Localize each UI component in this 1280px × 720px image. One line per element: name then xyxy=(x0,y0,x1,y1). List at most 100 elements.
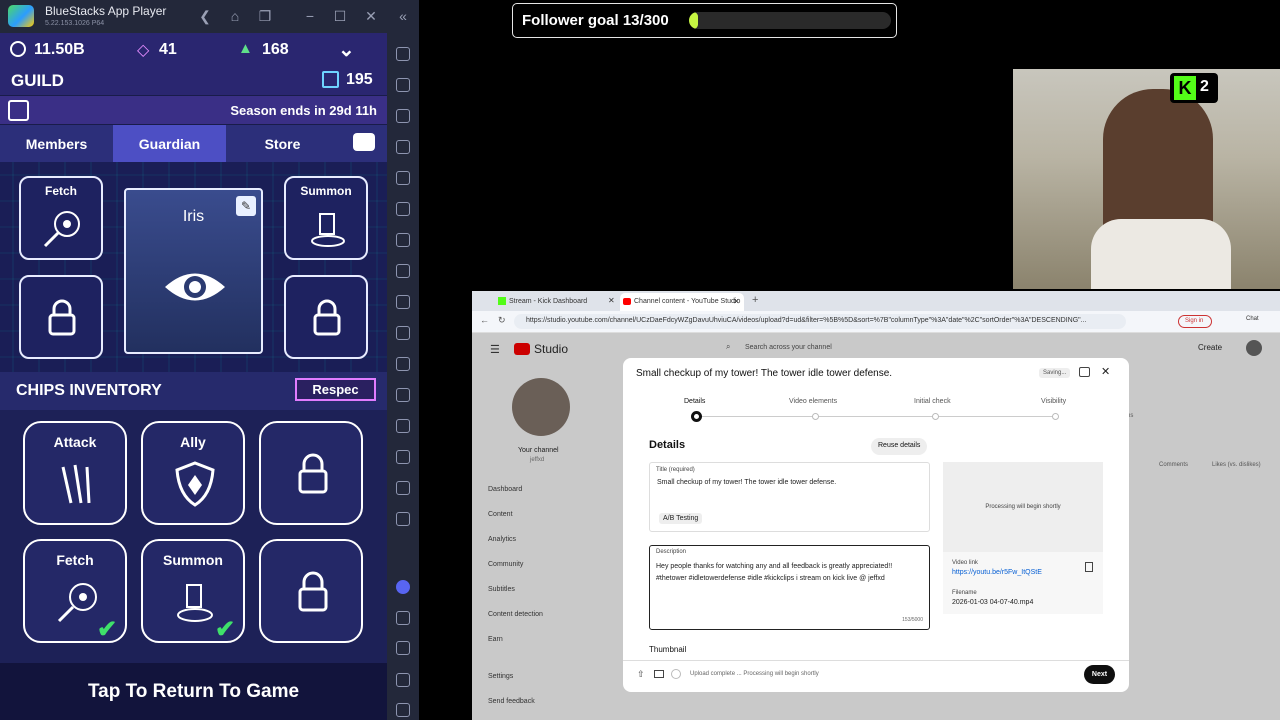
multi-instance-icon[interactable]: ❐ xyxy=(256,8,274,25)
back-icon[interactable]: ← xyxy=(480,315,489,325)
location-icon[interactable] xyxy=(396,357,410,371)
video-link[interactable]: https://youtu.be/r5Fw_ItQStE xyxy=(952,569,1042,576)
tab-title: Stream - Kick Dashboard xyxy=(509,298,588,305)
info-icon[interactable] xyxy=(8,100,29,121)
return-to-game-button[interactable]: Tap To Return To Game xyxy=(0,663,387,720)
title-field[interactable]: Title (required) Small checkup of my tow… xyxy=(649,462,930,532)
keyboard-icon[interactable] xyxy=(396,140,410,154)
char-counter: 153/5000 xyxy=(902,617,923,623)
browser-tab-studio[interactable]: Channel content - YouTube Studio ✕ xyxy=(620,293,744,311)
sidebar-item-content[interactable]: Content xyxy=(488,511,513,518)
step-details[interactable]: Details xyxy=(684,398,705,405)
title-input[interactable]: Small checkup of my tower! The tower idl… xyxy=(657,479,836,486)
channel-avatar xyxy=(512,378,570,436)
bluestacks-title: BlueStacks App Player xyxy=(45,4,167,18)
collapse-sidebar-icon[interactable]: « xyxy=(394,8,412,24)
chip-ally[interactable]: Ally xyxy=(141,421,245,525)
record-icon[interactable] xyxy=(396,171,410,185)
sidebar-item-send-feedback[interactable]: Send feedback xyxy=(488,698,535,705)
sidebar-item-subtitles[interactable]: Subtitles xyxy=(488,586,515,593)
chip-summon[interactable]: Summon ✔ xyxy=(141,539,245,643)
sign-in-button[interactable]: Sign in xyxy=(1178,315,1212,328)
close-icon[interactable]: ✕ xyxy=(362,8,380,25)
discord-icon[interactable] xyxy=(396,580,410,594)
camera-icon[interactable] xyxy=(396,295,410,309)
more-icon[interactable] xyxy=(396,512,410,526)
search-input[interactable]: Search across your channel xyxy=(745,344,832,351)
kick-logo-icon: K xyxy=(1174,76,1196,100)
check-status-icon xyxy=(671,669,681,679)
tab-members[interactable]: Members xyxy=(0,125,113,162)
screenshot-icon[interactable] xyxy=(396,109,410,123)
back-icon[interactable]: ❮ xyxy=(196,8,214,25)
description-field[interactable]: Description Hey people thanks for watchi… xyxy=(649,545,930,630)
description-input[interactable]: Hey people thanks for watching any and a… xyxy=(656,561,924,585)
recent-apps-icon[interactable] xyxy=(396,703,410,717)
gems-value: 41 xyxy=(159,41,177,58)
next-button[interactable]: Next xyxy=(1084,665,1115,684)
guardian-slot-locked[interactable] xyxy=(19,275,103,359)
close-tab-icon[interactable]: ✕ xyxy=(733,297,740,306)
menu-icon[interactable]: ☰ xyxy=(490,343,500,356)
close-tab-icon[interactable]: ✕ xyxy=(608,296,615,305)
reload-icon[interactable]: ↻ xyxy=(498,315,506,326)
sidebar-item-earn[interactable]: Earn xyxy=(488,636,503,643)
tab-guardian[interactable]: Guardian xyxy=(113,125,226,162)
chip-fetch[interactable]: Fetch ✔ xyxy=(23,539,127,643)
address-bar-row: ← ↻ https://studio.youtube.com/channel/U… xyxy=(472,311,1280,333)
guardian-slot-locked[interactable] xyxy=(284,275,368,359)
sidebar-item-settings[interactable]: Settings xyxy=(488,673,513,680)
step-video-elements[interactable]: Video elements xyxy=(789,398,837,405)
tab-store[interactable]: Store xyxy=(226,125,339,162)
guardian-card[interactable]: Iris ✎ xyxy=(124,188,263,354)
copy-icon[interactable] xyxy=(1085,562,1093,572)
step-initial-check[interactable]: Initial check xyxy=(914,398,951,405)
close-dialog-icon[interactable]: ✕ xyxy=(1101,365,1110,378)
back-icon[interactable] xyxy=(396,641,410,655)
reuse-details-button[interactable]: Reuse details xyxy=(871,438,928,455)
gps-icon[interactable] xyxy=(396,481,410,495)
dropdown-chevron-icon[interactable]: ⌄ xyxy=(338,37,355,62)
channel-handle: jeffxd xyxy=(530,457,545,463)
url-field[interactable]: https://studio.youtube.com/channel/UCzDa… xyxy=(514,314,1126,329)
airplane-icon[interactable] xyxy=(396,388,410,402)
feedback-icon[interactable] xyxy=(1079,367,1090,377)
multi-window-icon[interactable] xyxy=(396,419,410,433)
bluestacks-version: 5.22.153.1026 P64 xyxy=(45,20,105,27)
macro-icon[interactable] xyxy=(396,233,410,247)
chip-locked[interactable] xyxy=(259,421,363,525)
maximize-icon[interactable]: ☐ xyxy=(331,8,349,25)
sidebar-item-dashboard[interactable]: Dashboard xyxy=(488,486,522,493)
minimize-icon[interactable]: − xyxy=(301,8,319,24)
lock-icon xyxy=(313,299,341,336)
respec-button[interactable]: Respec xyxy=(295,378,376,401)
apk-icon[interactable] xyxy=(396,264,410,278)
chip-locked[interactable] xyxy=(259,539,363,643)
chat-icon[interactable] xyxy=(353,133,375,151)
sidebar-item-content-detection[interactable]: Content detection xyxy=(488,611,543,618)
guardian-slot-summon[interactable]: Summon xyxy=(284,176,368,260)
guardian-slot-fetch[interactable]: Fetch xyxy=(19,176,103,260)
new-tab-icon[interactable]: + xyxy=(752,294,758,306)
home-icon[interactable]: ⌂ xyxy=(226,8,244,24)
sidebar-item-community[interactable]: Community xyxy=(488,561,523,568)
step-visibility[interactable]: Visibility xyxy=(1041,398,1066,405)
sidebar-item-analytics[interactable]: Analytics xyxy=(488,536,516,543)
chip-attack[interactable]: Attack xyxy=(23,421,127,525)
fullscreen-icon[interactable] xyxy=(396,47,410,61)
media-icon[interactable] xyxy=(396,326,410,340)
create-button[interactable]: Create xyxy=(1198,343,1222,352)
settings-icon[interactable] xyxy=(396,611,410,625)
ab-testing-button[interactable]: A/B Testing xyxy=(659,513,703,524)
home-icon[interactable] xyxy=(396,673,410,687)
chat-button[interactable]: Chat xyxy=(1246,316,1259,322)
bluestacks-titlebar: BlueStacks App Player 5.22.153.1026 P64 … xyxy=(0,0,419,33)
tickets-value: 168 xyxy=(262,41,289,58)
edit-icon[interactable]: ✎ xyxy=(236,196,256,216)
rotate-icon[interactable] xyxy=(396,202,410,216)
volume-icon[interactable] xyxy=(396,78,410,92)
browser-tab-kick[interactable]: Stream - Kick Dashboard ✕ xyxy=(496,294,618,311)
eco-icon[interactable] xyxy=(396,450,410,464)
avatar[interactable] xyxy=(1246,340,1262,356)
guild-label: GUILD xyxy=(11,71,64,90)
